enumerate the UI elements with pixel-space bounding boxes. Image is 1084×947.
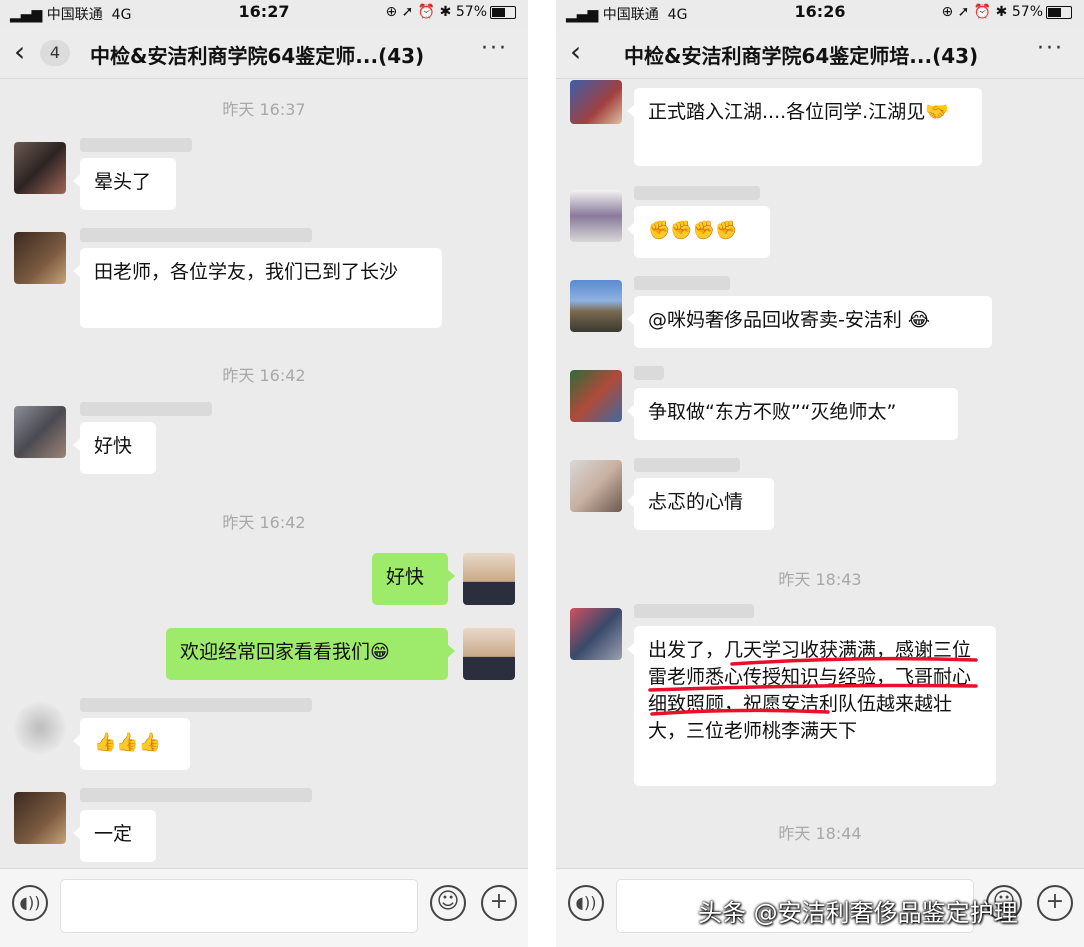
avatar[interactable] <box>570 370 622 422</box>
message-text: 欢迎经常回家看看我们😁 <box>180 641 390 663</box>
message-bubble[interactable]: 忐忑的心情 <box>627 478 774 530</box>
status-bar: ▂▄▆ 中国联通 4G 16:27 ⊕ ➚ ⏰ ✱ 57% <box>0 0 528 28</box>
back-chevron-icon[interactable]: ‹ <box>14 38 25 66</box>
avatar[interactable] <box>570 460 622 512</box>
message-timestamp: 昨天 16:42 <box>222 513 306 532</box>
message-bubble[interactable]: @咪妈奢侈品回收寄卖-安洁利 😂 <box>627 296 992 348</box>
message-text: 田老师，各位学友，我们已到了长沙 <box>94 261 399 283</box>
unread-badge[interactable]: 4 <box>40 40 70 66</box>
sender-name <box>80 138 192 152</box>
message-bubble[interactable]: ✊✊✊✊ <box>627 206 770 258</box>
message-text: 争取做“东方不败”“灭绝师太” <box>648 401 897 423</box>
chat-title: 中检&安洁利商学院64鉴定师培...(43) <box>624 44 979 68</box>
message-bubble-self[interactable]: 欢迎经常回家看看我们😁 <box>166 628 455 680</box>
battery-percent: 57% <box>455 4 487 20</box>
message-bubble-self[interactable]: 好快 <box>372 553 455 605</box>
avatar[interactable] <box>570 190 622 242</box>
message-bubble[interactable]: 出发了，几天学习收获满满，感谢三位雷老师悉心传授知识与经验，飞哥耐心细致照顾，祝… <box>627 626 996 786</box>
message-timestamp: 昨天 16:42 <box>222 366 306 385</box>
sender-name <box>634 186 760 200</box>
sender-name <box>80 698 312 712</box>
input-bar: ◖)) ☺ + <box>0 868 528 947</box>
avatar[interactable] <box>570 80 622 124</box>
battery-percent: 57% <box>1011 4 1043 20</box>
watermark: 头条 @安洁利奢侈品鉴定护理 <box>698 899 1018 927</box>
avatar[interactable] <box>14 232 66 284</box>
sender-name <box>634 604 754 618</box>
battery-icon <box>1046 5 1072 19</box>
sender-name <box>80 402 212 416</box>
avatar[interactable] <box>570 280 622 332</box>
plus-icon[interactable]: + <box>1037 885 1073 921</box>
sender-name <box>634 366 664 380</box>
sender-name <box>634 276 730 290</box>
sender-name <box>634 458 740 472</box>
status-bar: ▂▄▆ 中国联通 4G 16:26 ⊕ ➚ ⏰ ✱ 57% <box>556 0 1084 28</box>
battery-icon <box>490 5 516 19</box>
message-input[interactable] <box>60 879 418 933</box>
message-bubble[interactable]: 好快 <box>73 422 156 474</box>
message-text: ✊✊✊✊ <box>648 220 738 241</box>
message-text: 忐忑的心情 <box>648 491 744 513</box>
message-text: 晕头了 <box>94 171 152 193</box>
avatar-self[interactable] <box>463 553 515 605</box>
sender-name <box>80 788 312 802</box>
message-text: 好快 <box>386 566 425 588</box>
message-bubble[interactable]: 晕头了 <box>73 158 176 210</box>
avatar[interactable] <box>14 702 66 754</box>
message-text: @咪妈奢侈品回收寄卖-安洁利 😂 <box>648 309 931 331</box>
status-icons: ⊕ ➚ ⏰ ✱ <box>941 4 1008 20</box>
avatar[interactable] <box>14 406 66 458</box>
more-options-button[interactable]: ··· <box>1037 36 1064 61</box>
sender-name <box>80 228 312 242</box>
voice-icon[interactable]: ◖)) <box>568 885 604 921</box>
plus-icon[interactable]: + <box>481 885 517 921</box>
message-bubble[interactable]: 争取做“东方不败”“灭绝师太” <box>627 388 958 440</box>
message-timestamp: 昨天 16:37 <box>222 100 306 119</box>
avatar[interactable] <box>14 142 66 194</box>
message-text: 好快 <box>94 435 133 457</box>
message-bubble[interactable]: 一定 <box>73 810 156 862</box>
back-chevron-icon[interactable]: ‹ <box>570 38 581 66</box>
avatar[interactable] <box>570 608 622 660</box>
message-timestamp: 昨天 18:44 <box>778 824 862 843</box>
message-text: 正式踏入江湖....各位同学.江湖见🤝 <box>648 101 949 123</box>
emoji-icon[interactable]: ☺ <box>430 885 466 921</box>
status-icons: ⊕ ➚ ⏰ ✱ <box>385 4 452 20</box>
chat-screen-left: ▂▄▆ 中国联通 4G 16:27 ⊕ ➚ ⏰ ✱ 57% ‹ 4 中检&安洁利… <box>0 0 528 947</box>
voice-icon[interactable]: ◖)) <box>12 885 48 921</box>
message-text: 👍👍👍 <box>94 732 162 753</box>
avatar-self[interactable] <box>463 628 515 680</box>
chat-header: ‹ 中检&安洁利商学院64鉴定师培...(43) ··· <box>556 28 1084 79</box>
message-timestamp: 昨天 18:43 <box>778 570 862 589</box>
chat-header: ‹ 4 中检&安洁利商学院64鉴定师...(43) ··· <box>0 28 528 79</box>
message-bubble[interactable]: 正式踏入江湖....各位同学.江湖见🤝 <box>627 88 982 166</box>
more-options-button[interactable]: ··· <box>481 36 508 61</box>
message-text: 一定 <box>94 823 133 845</box>
message-bubble[interactable]: 田老师，各位学友，我们已到了长沙 <box>73 248 442 328</box>
chat-title: 中检&安洁利商学院64鉴定师...(43) <box>90 44 425 68</box>
avatar[interactable] <box>14 792 66 844</box>
message-text: 出发了，几天学习收获满满，感谢三位雷老师悉心传授知识与经验，飞哥耐心细致照顾，祝… <box>648 639 972 742</box>
message-bubble[interactable]: 👍👍👍 <box>73 718 190 770</box>
chat-screen-right: ▂▄▆ 中国联通 4G 16:26 ⊕ ➚ ⏰ ✱ 57% ‹ 中检&安洁利商学… <box>556 0 1084 947</box>
